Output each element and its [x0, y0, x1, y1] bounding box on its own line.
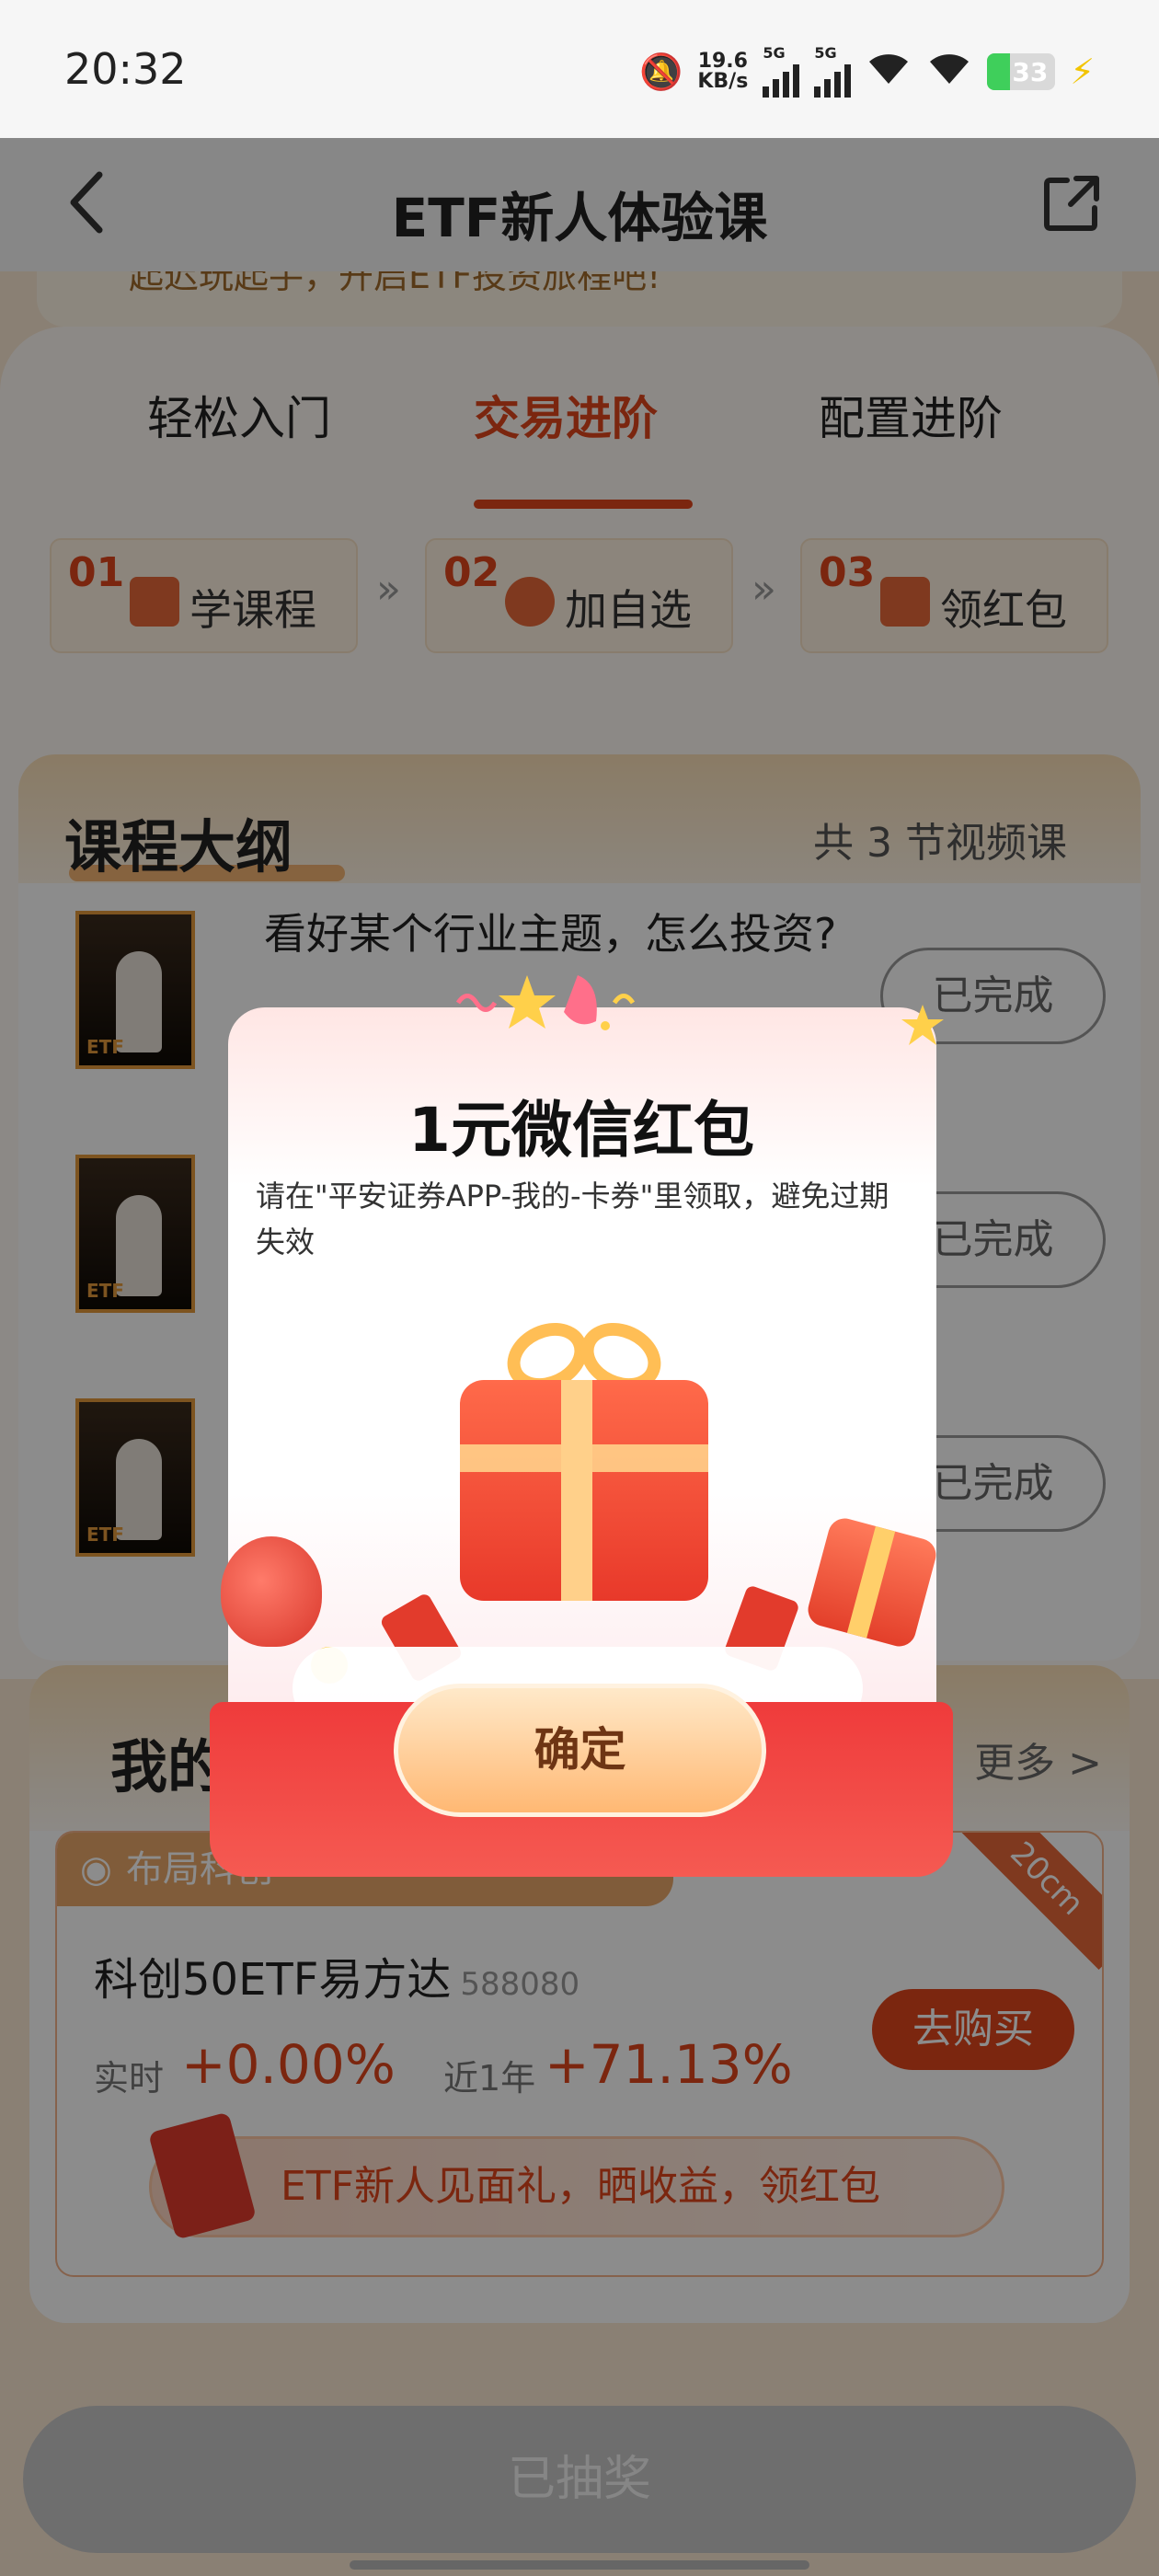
signal-label: 5G: [814, 44, 837, 62]
signal-label: 5G: [763, 44, 786, 62]
red-packet-modal: 1元微信红包 请在"平安证券APP-我的-卡券"里领取，避免过期失效 确定: [210, 966, 953, 1877]
status-time: 20:32: [64, 44, 187, 94]
charging-icon: ⚡: [1070, 52, 1095, 92]
battery-percent: 33: [1012, 57, 1049, 87]
modal-description: 请在"平安证券APP-我的-卡券"里领取，避免过期失效: [256, 1179, 889, 1259]
money-bag-icon: [221, 1536, 322, 1647]
bell-off-icon: 🔕: [639, 51, 683, 92]
status-bar: 20:32 🔕 19.6 KB/s 5G 5G 33 ⚡: [0, 0, 1159, 138]
status-icons: 🔕 19.6 KB/s 5G 5G 33 ⚡: [639, 46, 1095, 98]
confirm-button[interactable]: 确定: [394, 1684, 766, 1817]
wifi-icon: [926, 51, 972, 94]
signal-icon: 5G: [814, 44, 852, 98]
net-speed-value: 19.6: [697, 50, 748, 73]
wifi-icon: [866, 51, 912, 94]
gift-box-icon: [451, 1306, 717, 1610]
star-icon: [901, 1005, 944, 1045]
battery-icon: 33: [987, 53, 1056, 90]
modal-title: 1元微信红包: [408, 1095, 754, 1166]
confetti-decoration: [455, 975, 636, 1030]
net-speed-unit: KB/s: [697, 70, 749, 93]
net-speed: 19.6 KB/s: [697, 52, 748, 92]
signal-icon: 5G: [763, 44, 800, 98]
